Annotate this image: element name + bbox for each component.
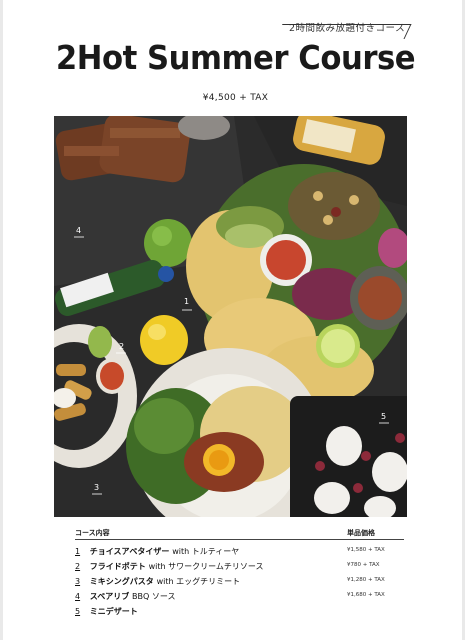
menu-sheet: 2時間飲み放題付きコース 2Hot Summer Course ¥4,500 +… — [3, 0, 462, 640]
menu-item-name: ミニデザート — [89, 607, 138, 616]
menu-item-price: ¥780 + TAX — [347, 562, 380, 568]
price-heading: 単品価格 — [347, 529, 375, 537]
menu-item-number: 1 — [75, 547, 81, 556]
svg-text:4: 4 — [76, 226, 81, 235]
menu-item-name: スペアリブ — [89, 592, 130, 601]
menu-item-number: 2 — [75, 562, 81, 571]
svg-text:3: 3 — [94, 483, 99, 492]
course-price: ¥4,500 + TAX — [202, 93, 269, 103]
dessert-board — [290, 396, 407, 517]
menu-item-price: ¥1,580 + TAX — [347, 547, 385, 553]
menu-item-appetizer: 1 チョイスアペタイザー with トルティーヤ ¥1,580 + TAX — [75, 546, 410, 558]
menu-item-dessert: 5 ミニデザート — [75, 606, 410, 618]
menu-item-number: 4 — [75, 592, 81, 601]
menu-item-price: ¥1,280 + TAX — [347, 577, 385, 583]
menu-item-name: チョイスアペタイザー — [89, 547, 170, 556]
menu-item-number: 5 — [75, 607, 81, 616]
menu-heading: コース内容 — [75, 529, 110, 537]
course-tagline: 2時間飲み放題付きコース — [289, 23, 406, 34]
menu-item-suffix: with トルティーヤ — [172, 547, 240, 556]
menu-item-suffix: with サワークリームチリソース — [148, 562, 264, 571]
food-photo: 1 2 3 4 5 — [54, 116, 407, 517]
menu-item-suffix: with エッグチリミート — [156, 577, 241, 586]
svg-text:2: 2 — [119, 342, 124, 351]
menu-item-spareribs: 4 スペアリブ BBQ ソース ¥1,680 + TAX — [75, 591, 410, 603]
menu-item-fries: 2 フライドポテト with サワークリームチリソース ¥780 + TAX — [75, 561, 410, 573]
food-photo-illustration: 1 2 3 4 5 — [54, 116, 407, 517]
svg-text:1: 1 — [184, 297, 189, 306]
menu-item-number: 3 — [75, 577, 81, 586]
course-title: 2Hot Summer Course — [55, 38, 416, 77]
svg-text:5: 5 — [381, 412, 386, 421]
lemon — [140, 315, 188, 365]
menu-divider — [75, 539, 404, 540]
menu-item-suffix: BBQ ソース — [132, 592, 176, 601]
menu-item-name: フライドポテト — [89, 562, 146, 571]
menu-item-name: ミキシングパスタ — [89, 577, 154, 586]
menu-item-price: ¥1,680 + TAX — [347, 592, 385, 598]
menu-item-pasta: 3 ミキシングパスタ with エッグチリミート ¥1,280 + TAX — [75, 576, 410, 588]
